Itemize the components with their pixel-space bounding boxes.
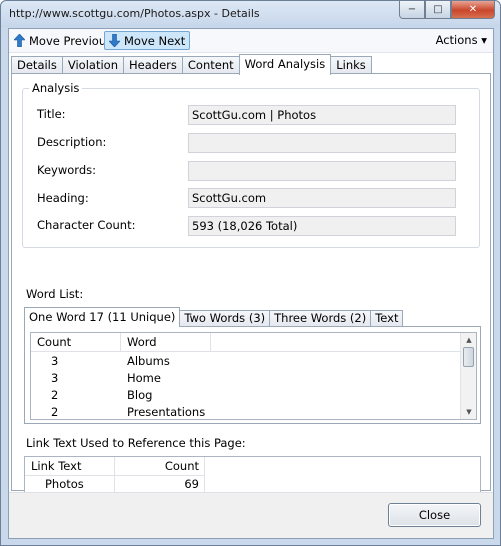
title-bar[interactable]: http://www.scottgu.com/Photos.aspx - Det… <box>1 1 500 27</box>
button-bar: Close <box>9 492 493 538</box>
word-count: 2 <box>51 388 59 402</box>
maximize-button[interactable]: □ <box>425 1 451 19</box>
keywords-label: Keywords: <box>37 163 96 177</box>
column-word[interactable]: Word <box>121 333 211 352</box>
vertical-scrollbar[interactable]: ▲ ▼ <box>460 333 476 419</box>
move-next-button[interactable]: Move Next <box>104 31 191 50</box>
word-count: 3 <box>51 354 59 368</box>
column-link-count[interactable]: Count <box>115 457 205 476</box>
list-item[interactable]: 2 Blog <box>31 387 461 404</box>
title-label: Title: <box>37 107 66 121</box>
word-list-view[interactable]: Count Word 3 Albums 3 Home 2 Blog 2 Pres… <box>30 332 477 420</box>
word-list-label: Word List: <box>26 287 84 301</box>
word-analysis-panel: Analysis Title: ScottGu.com | Photos Des… <box>11 73 491 507</box>
description-label: Description: <box>37 135 107 149</box>
tab-text[interactable]: Text <box>370 310 404 327</box>
list-item[interactable]: 3 Home <box>31 370 461 387</box>
title-field: ScottGu.com | Photos <box>188 105 456 125</box>
link-text-label: Link Text Used to Reference this Page: <box>26 436 246 450</box>
details-window: http://www.scottgu.com/Photos.aspx - Det… <box>0 0 501 546</box>
word-list-panel: Count Word 3 Albums 3 Home 2 Blog 2 Pres… <box>24 326 481 424</box>
tab-one-word[interactable]: One Word 17 (11 Unique) <box>24 307 181 327</box>
word-text: Presentations <box>127 405 206 419</box>
scroll-down-icon[interactable]: ▼ <box>461 405 476 419</box>
character-count-label: Character Count: <box>37 218 136 232</box>
move-previous-button[interactable]: Move Previous <box>11 31 115 50</box>
minimize-button[interactable]: − <box>399 1 425 19</box>
window-title: http://www.scottgu.com/Photos.aspx - Det… <box>9 7 260 20</box>
list-item[interactable]: 3 Albums <box>31 353 461 370</box>
actions-menu[interactable]: Actions ▾ <box>436 33 487 47</box>
scroll-up-icon[interactable]: ▲ <box>461 333 476 347</box>
close-button[interactable]: Close <box>388 503 481 527</box>
character-count-field: 593 (18,026 Total) <box>188 216 456 236</box>
tab-links[interactable]: Links <box>330 56 372 74</box>
tab-three-words[interactable]: Three Words (2) <box>269 310 372 327</box>
analysis-group: Analysis Title: ScottGu.com | Photos Des… <box>22 81 480 248</box>
arrow-down-icon <box>109 34 120 47</box>
word-text: Blog <box>127 388 153 402</box>
tab-details[interactable]: Details <box>11 56 63 74</box>
arrow-up-icon <box>14 34 25 47</box>
tab-two-words[interactable]: Two Words (3) <box>179 310 271 327</box>
close-window-button[interactable]: ✕ <box>451 1 495 19</box>
list-item[interactable]: 2 Presentations <box>31 404 461 419</box>
analysis-legend: Analysis <box>29 81 83 95</box>
move-previous-label: Move Previous <box>29 33 113 48</box>
tab-content[interactable]: Content <box>181 56 240 74</box>
scroll-thumb[interactable] <box>463 347 474 367</box>
tab-headers[interactable]: Headers <box>123 56 183 74</box>
dialog-client: Move Previous Move Next Actions ▾ Detail… <box>8 28 494 539</box>
toolbar: Move Previous Move Next Actions ▾ <box>9 29 493 53</box>
main-tabs: Details Violation Headers Content Word A… <box>11 54 372 75</box>
word-list-header: Count Word <box>31 333 461 352</box>
column-count[interactable]: Count <box>31 333 121 352</box>
word-count: 2 <box>51 405 59 419</box>
description-field <box>188 133 456 153</box>
window-controls: − □ ✕ <box>399 1 495 19</box>
column-link-text[interactable]: Link Text <box>25 457 115 476</box>
keywords-field <box>188 161 456 181</box>
word-list-tabs: One Word 17 (11 Unique) Two Words (3) Th… <box>24 307 404 327</box>
heading-field: ScottGu.com <box>188 188 456 208</box>
move-next-label: Move Next <box>124 33 186 48</box>
heading-label: Heading: <box>37 191 89 205</box>
word-count: 3 <box>51 371 59 385</box>
word-text: Albums <box>127 354 170 368</box>
tab-violation[interactable]: Violation <box>61 56 124 74</box>
word-text: Home <box>127 371 161 385</box>
tab-word-analysis[interactable]: Word Analysis <box>238 54 332 75</box>
